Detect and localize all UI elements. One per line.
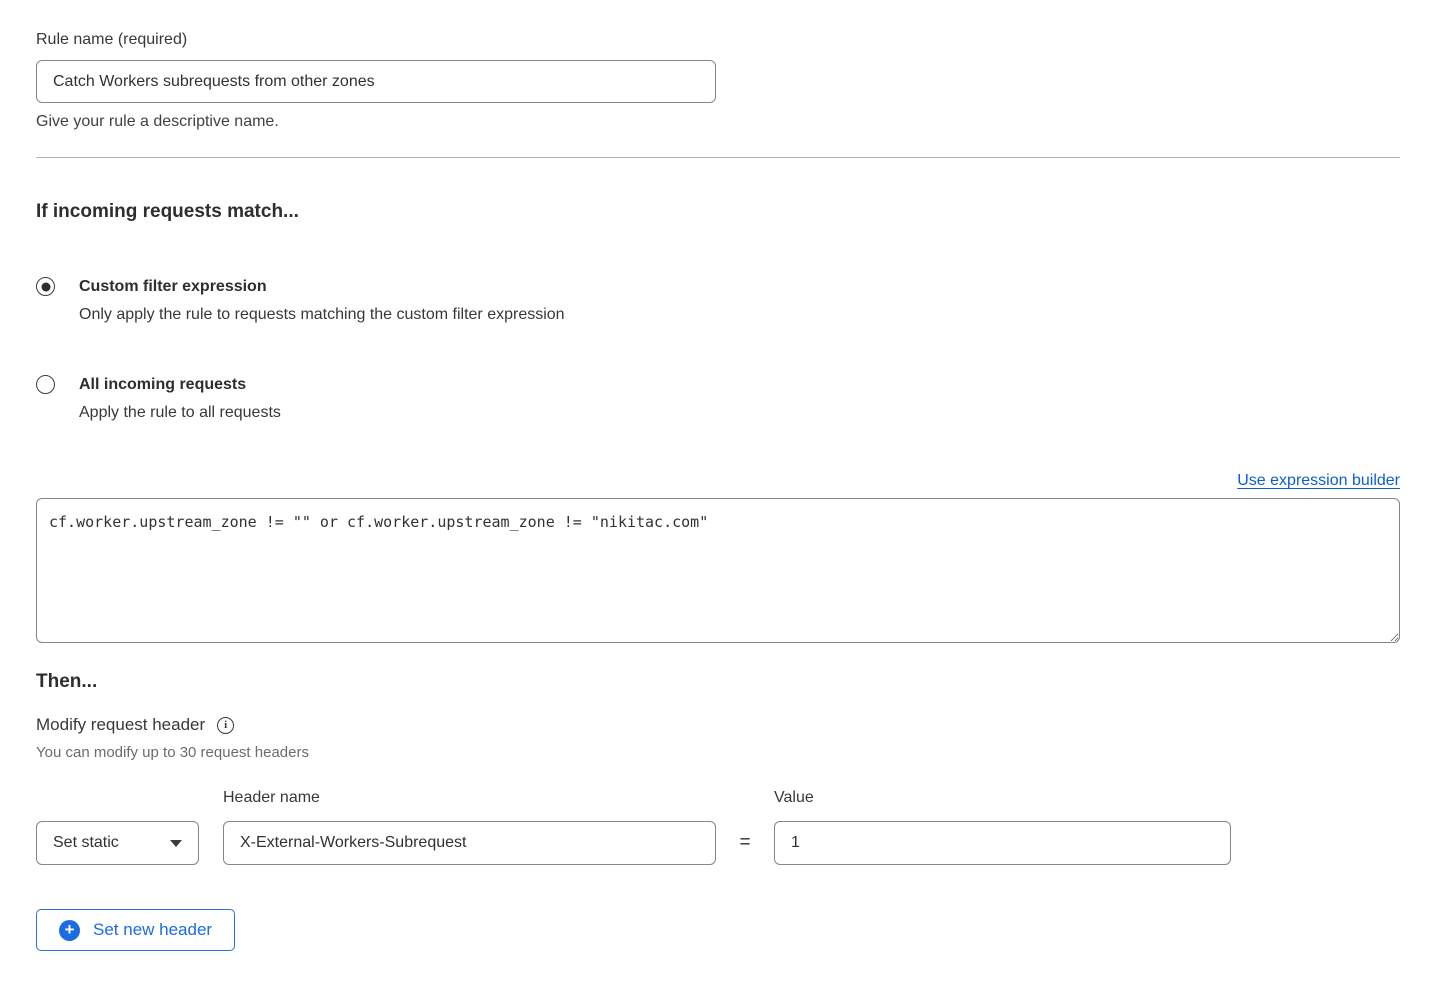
rule-name-label: Rule name (required) bbox=[36, 31, 187, 48]
header-name-input[interactable] bbox=[223, 821, 716, 865]
info-icon[interactable]: i bbox=[217, 717, 234, 734]
rule-editor-page: Rule name (required) Give your rule a de… bbox=[0, 0, 1446, 988]
chevron-down-icon bbox=[170, 840, 182, 847]
rule-editor-content: Rule name (required) Give your rule a de… bbox=[36, 30, 1400, 951]
set-new-header-label: Set new header bbox=[93, 920, 212, 940]
expression-builder-link-row: Use expression builder bbox=[36, 472, 1400, 490]
radio-selected-icon[interactable] bbox=[36, 277, 55, 296]
plus-icon: + bbox=[59, 920, 80, 941]
radio-option-all-requests[interactable]: All incoming requests Apply the rule to … bbox=[36, 374, 1400, 424]
header-name-label: Header name bbox=[223, 789, 716, 821]
radio-option-custom-filter[interactable]: Custom filter expression Only apply the … bbox=[36, 276, 1400, 326]
value-label: Value bbox=[774, 789, 1231, 821]
match-section-heading: If incoming requests match... bbox=[36, 200, 1400, 224]
operation-selected-value: Set static bbox=[53, 834, 119, 852]
modify-request-header-label: Modify request header bbox=[36, 715, 205, 735]
radio-desc-all-requests: Apply the rule to all requests bbox=[79, 402, 281, 424]
header-limit-helper: You can modify up to 30 request headers bbox=[36, 744, 1400, 761]
header-editor-grid: Header name Value Set static = bbox=[36, 789, 1400, 865]
header-value-input[interactable] bbox=[774, 821, 1231, 865]
equals-sign: = bbox=[716, 832, 774, 854]
match-radio-group: Custom filter expression Only apply the … bbox=[36, 276, 1400, 424]
radio-label-all-requests: All incoming requests bbox=[79, 374, 281, 396]
radio-label-custom-filter: Custom filter expression bbox=[79, 276, 565, 298]
then-section-heading: Then... bbox=[36, 670, 1400, 694]
section-divider bbox=[36, 157, 1400, 158]
radio-desc-custom-filter: Only apply the rule to requests matching… bbox=[79, 304, 565, 326]
set-new-header-button[interactable]: + Set new header bbox=[36, 909, 235, 951]
filter-expression-textarea[interactable]: cf.worker.upstream_zone != "" or cf.work… bbox=[36, 498, 1400, 643]
rule-name-section: Rule name (required) Give your rule a de… bbox=[36, 30, 1400, 132]
action-row: Modify request header i bbox=[36, 715, 1400, 735]
rule-name-input[interactable] bbox=[36, 60, 716, 103]
radio-unselected-icon[interactable] bbox=[36, 375, 55, 394]
use-expression-builder-link[interactable]: Use expression builder bbox=[1237, 472, 1400, 489]
rule-name-helper: Give your rule a descriptive name. bbox=[36, 112, 1400, 132]
operation-select[interactable]: Set static bbox=[36, 821, 199, 865]
